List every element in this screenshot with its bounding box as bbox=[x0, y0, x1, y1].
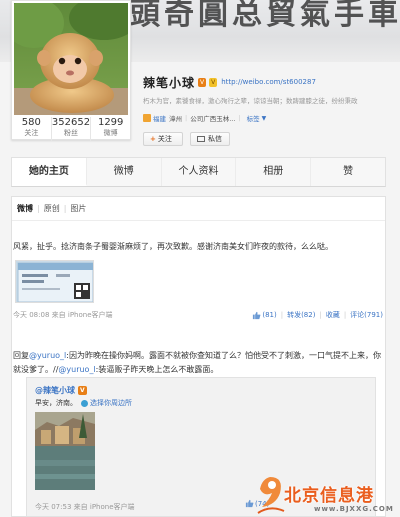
meta-separator: | bbox=[185, 114, 188, 122]
post2-text: 回复@yuruo_l:因为昨晚在操你妈啊。露面不就被你查知道了么？怕他受不了刺激… bbox=[13, 349, 383, 377]
follow-label: 关注 bbox=[157, 135, 172, 143]
filter-weibo[interactable]: 微博 bbox=[17, 203, 33, 214]
feed: 微博 | 原创 | 图片 风紧，扯乎。捻济南条子蜀婴渐麻烦了，再次致歉。感谢济南… bbox=[11, 196, 386, 517]
verified-badge[interactable]: V bbox=[198, 77, 207, 87]
post1-actions: (81) | 转发(82) | 收藏 | 评论(791) bbox=[252, 310, 383, 320]
tab-album[interactable]: 相册 bbox=[236, 158, 312, 186]
stat-weibo-label: 微博 bbox=[103, 129, 118, 137]
stat-weibo[interactable]: 1299 微博 bbox=[91, 117, 130, 141]
repost-text-row: 早安，济南。 选择你周边所 bbox=[35, 398, 132, 408]
message-label: 私信 bbox=[208, 135, 222, 143]
profile-meta: 福建 漳州 | 公司广西玉林... | 标签 ▼ bbox=[143, 113, 266, 123]
thumbs-up-icon[interactable] bbox=[252, 311, 261, 320]
profile-stats: 580 关注 352652 粉丝 1299 微博 bbox=[12, 117, 130, 141]
repost-time[interactable]: 今天 07:53 bbox=[35, 503, 71, 511]
filter-separator: | bbox=[63, 204, 67, 213]
post1-repost-link[interactable]: 转发(82) bbox=[287, 310, 315, 320]
stat-weibo-count: 1299 bbox=[97, 117, 124, 128]
post2-end: :装逼贩子昨天晚上怎么不敢露面。 bbox=[95, 365, 219, 374]
post1-source-prefix: 来自 bbox=[51, 311, 66, 319]
stat-following-count: 580 bbox=[21, 117, 41, 128]
banner-text: 頭奇圓总貿氣手車坐台 bbox=[130, 0, 400, 32]
post2-prefix: 回复 bbox=[13, 351, 29, 360]
profile-url-link[interactable]: http://weibo.com/st600287 bbox=[221, 78, 316, 86]
location-province-link[interactable]: 福建 bbox=[153, 113, 166, 123]
watermark-cn: 北京信息港 bbox=[284, 486, 374, 506]
repost-source[interactable]: iPhone客户端 bbox=[90, 503, 135, 511]
post1-comment-link[interactable]: 评论(791) bbox=[350, 310, 383, 320]
stat-fans-count: 352652 bbox=[51, 117, 91, 128]
avatar[interactable] bbox=[14, 3, 128, 115]
thumbs-up-icon[interactable] bbox=[245, 499, 254, 508]
action-separator: | bbox=[280, 311, 284, 319]
repost-author-link[interactable]: @辣笔小球 bbox=[35, 385, 75, 396]
post1-footer: 今天 08:08 来自 iPhone客户端 (81) | 转发(82) | 收藏… bbox=[13, 310, 383, 320]
tab-likes[interactable]: 赞 bbox=[311, 158, 385, 186]
message-button[interactable]: 私信 bbox=[190, 132, 230, 146]
post2-mention-1[interactable]: @yuruo_l bbox=[29, 351, 66, 360]
location-icon bbox=[143, 114, 151, 122]
filter-image[interactable]: 图片 bbox=[70, 203, 86, 214]
post1-time[interactable]: 今天 08:08 bbox=[13, 311, 49, 319]
tab-weibo[interactable]: 微博 bbox=[86, 158, 162, 186]
logo-icon bbox=[257, 477, 285, 514]
repost-source-prefix: 来自 bbox=[73, 503, 88, 511]
stat-following-label: 关注 bbox=[24, 129, 39, 137]
repost-meta: 今天 07:53 来自 iPhone客户端 bbox=[35, 502, 135, 512]
stat-fans[interactable]: 352652 粉丝 bbox=[52, 117, 92, 141]
tab-profile[interactable]: 个人资料 bbox=[161, 158, 237, 186]
post1-like-count[interactable]: (81) bbox=[262, 311, 276, 319]
stat-following[interactable]: 580 关注 bbox=[12, 117, 52, 141]
repost-author-row: @辣笔小球 V bbox=[35, 385, 87, 396]
filter-original[interactable]: 原创 bbox=[44, 203, 60, 214]
repost-location-link[interactable]: 选择你周边所 bbox=[90, 398, 132, 408]
filter-separator: | bbox=[37, 204, 40, 213]
post1-meta: 今天 08:08 来自 iPhone客户端 bbox=[13, 310, 113, 320]
watermark-logo: 北京信息港 www.BJXXG.COM bbox=[254, 473, 400, 517]
profile-intro: 朽木为官，素饕食禄，激心殉行之辈，谅谅当朝；数踌踺膝之徒，纷纷秉政 bbox=[143, 97, 358, 105]
post1-image[interactable] bbox=[15, 260, 94, 303]
stat-fans-label: 粉丝 bbox=[64, 129, 78, 137]
profile-name-row: 辣笔小球 V V http://weibo.com/st600287 bbox=[143, 74, 316, 90]
tab-home[interactable]: 她的主页 bbox=[12, 158, 87, 186]
envelope-icon bbox=[197, 136, 205, 142]
plus-icon: + bbox=[150, 135, 156, 143]
post1-text: 风紧，扯乎。捻济南条子蜀婴渐麻烦了，再次致歉。感谢济南美女们昨夜的款待，么么哒。 bbox=[13, 242, 333, 251]
action-separator: | bbox=[319, 311, 322, 319]
feed-filters: 微博 | 原创 | 图片 bbox=[12, 197, 385, 221]
post2-mention-2[interactable]: @yuruo_l bbox=[58, 365, 95, 374]
tags-link[interactable]: 标签 bbox=[247, 113, 260, 123]
profile-tabs: 她的主页 微博 个人资料 相册 赞 bbox=[11, 157, 386, 187]
post1-favorite-link[interactable]: 收藏 bbox=[326, 310, 340, 320]
avatar-card: 580 关注 352652 粉丝 1299 微博 bbox=[11, 0, 131, 141]
vip-badge[interactable]: V bbox=[209, 77, 218, 87]
meta-separator: | bbox=[238, 114, 241, 122]
action-separator: | bbox=[343, 311, 347, 319]
post1-source[interactable]: iPhone客户端 bbox=[68, 311, 113, 319]
profile-name: 辣笔小球 bbox=[143, 75, 196, 90]
chevron-down-icon[interactable]: ▼ bbox=[262, 115, 267, 122]
location-pin-icon bbox=[81, 399, 88, 407]
repost-image[interactable] bbox=[35, 412, 95, 490]
verified-badge[interactable]: V bbox=[78, 386, 87, 395]
company[interactable]: 公司广西玉林... bbox=[190, 113, 235, 123]
location-city[interactable]: 漳州 bbox=[169, 113, 182, 123]
watermark-en: www.BJXXG.COM bbox=[314, 505, 394, 513]
repost-text: 早安，济南。 bbox=[35, 399, 77, 407]
follow-button[interactable]: + 关注 bbox=[143, 132, 183, 146]
